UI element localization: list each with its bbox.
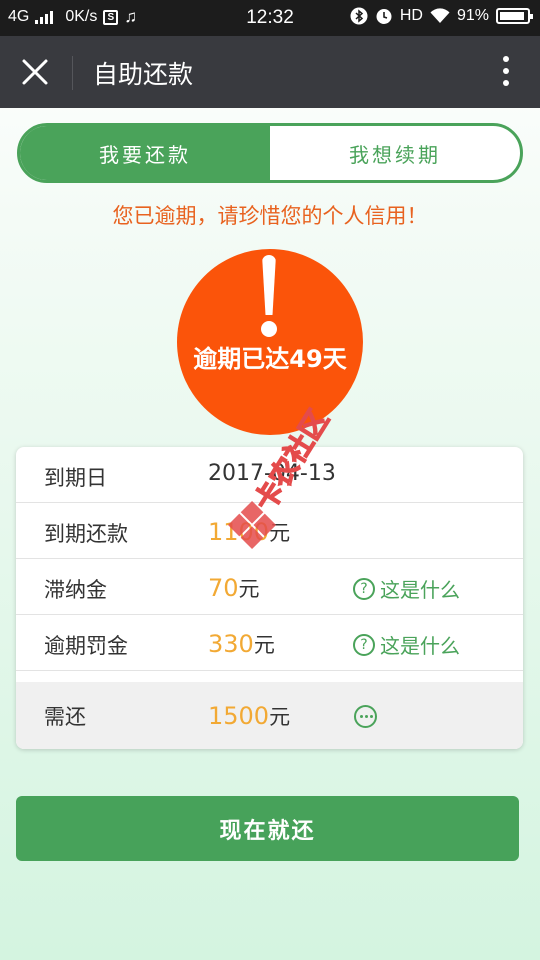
- nav-divider: [72, 56, 73, 90]
- due-amount-number: 1100: [208, 518, 270, 546]
- penalty-help-link[interactable]: ? 这是什么: [353, 630, 460, 659]
- penalty-unit: 元: [253, 633, 275, 657]
- question-icon: ?: [353, 577, 375, 600]
- late-fee-help-text: 这是什么: [380, 578, 460, 602]
- nav-bar: 自助还款: [0, 36, 540, 108]
- hd-label: HD: [399, 7, 423, 24]
- tab-renew[interactable]: 我想续期: [270, 126, 520, 180]
- row-due-date: 到期日 2017-04-13: [16, 447, 523, 503]
- late-fee-unit: 元: [238, 577, 260, 601]
- penalty-number: 330: [208, 630, 254, 658]
- due-date-value: 2017-04-13: [208, 461, 336, 486]
- pay-now-button[interactable]: 现在就还: [16, 796, 519, 861]
- total-unit: 元: [269, 705, 291, 729]
- late-fee-value: 70元: [208, 573, 260, 603]
- overdue-days-text: 逾期已达49天: [193, 345, 347, 373]
- late-fee-label: 滞纳金: [44, 578, 107, 602]
- repayment-detail-card: 到期日 2017-04-13 到期还款 1100元 滞纳金 70元 ? 这是什么…: [16, 447, 523, 749]
- penalty-value: 330元: [208, 629, 275, 659]
- page-title: 自助还款: [93, 60, 194, 89]
- overdue-warning: 您已逾期，请珍惜您的个人信用！: [112, 204, 428, 228]
- due-amount-value: 1100元: [208, 517, 290, 547]
- status-bar: 4G 0K/s S ♫ 12:32 HD 91%: [0, 0, 540, 36]
- late-fee-number: 70: [208, 574, 239, 602]
- battery-percent: 91%: [456, 7, 489, 24]
- penalty-label: 逾期罚金: [44, 634, 128, 658]
- due-amount-label: 到期还款: [44, 522, 128, 546]
- overdue-badge: 逾期已达49天: [177, 249, 363, 435]
- due-amount-unit: 元: [269, 521, 291, 545]
- battery-icon: [496, 8, 533, 24]
- row-total: 需还 1500元: [16, 682, 523, 749]
- battery-fill: [500, 12, 524, 20]
- repay-tabs: 我要还款 我想续期: [17, 123, 523, 183]
- row-late-fee: 滞纳金 70元 ? 这是什么: [16, 559, 523, 615]
- wifi-icon: [430, 8, 450, 23]
- late-fee-help-link[interactable]: ? 这是什么: [353, 574, 460, 603]
- penalty-help-text: 这是什么: [380, 634, 460, 658]
- alarm-icon: [376, 9, 392, 24]
- total-number: 1500: [208, 702, 270, 730]
- total-value: 1500元: [208, 701, 290, 731]
- row-due-amount: 到期还款 1100元: [16, 503, 523, 559]
- close-icon[interactable]: [20, 57, 50, 87]
- due-date-label: 到期日: [44, 466, 107, 490]
- row-penalty: 逾期罚金 330元 ? 这是什么: [16, 615, 523, 671]
- question-icon: ?: [353, 633, 375, 656]
- more-vertical-icon[interactable]: [502, 56, 510, 88]
- bluetooth-icon: [350, 7, 368, 25]
- tab-repay[interactable]: 我要还款: [20, 126, 270, 180]
- total-label: 需还: [44, 705, 86, 729]
- status-right: HD 91%: [350, 7, 533, 25]
- more-horizontal-icon[interactable]: [354, 705, 377, 728]
